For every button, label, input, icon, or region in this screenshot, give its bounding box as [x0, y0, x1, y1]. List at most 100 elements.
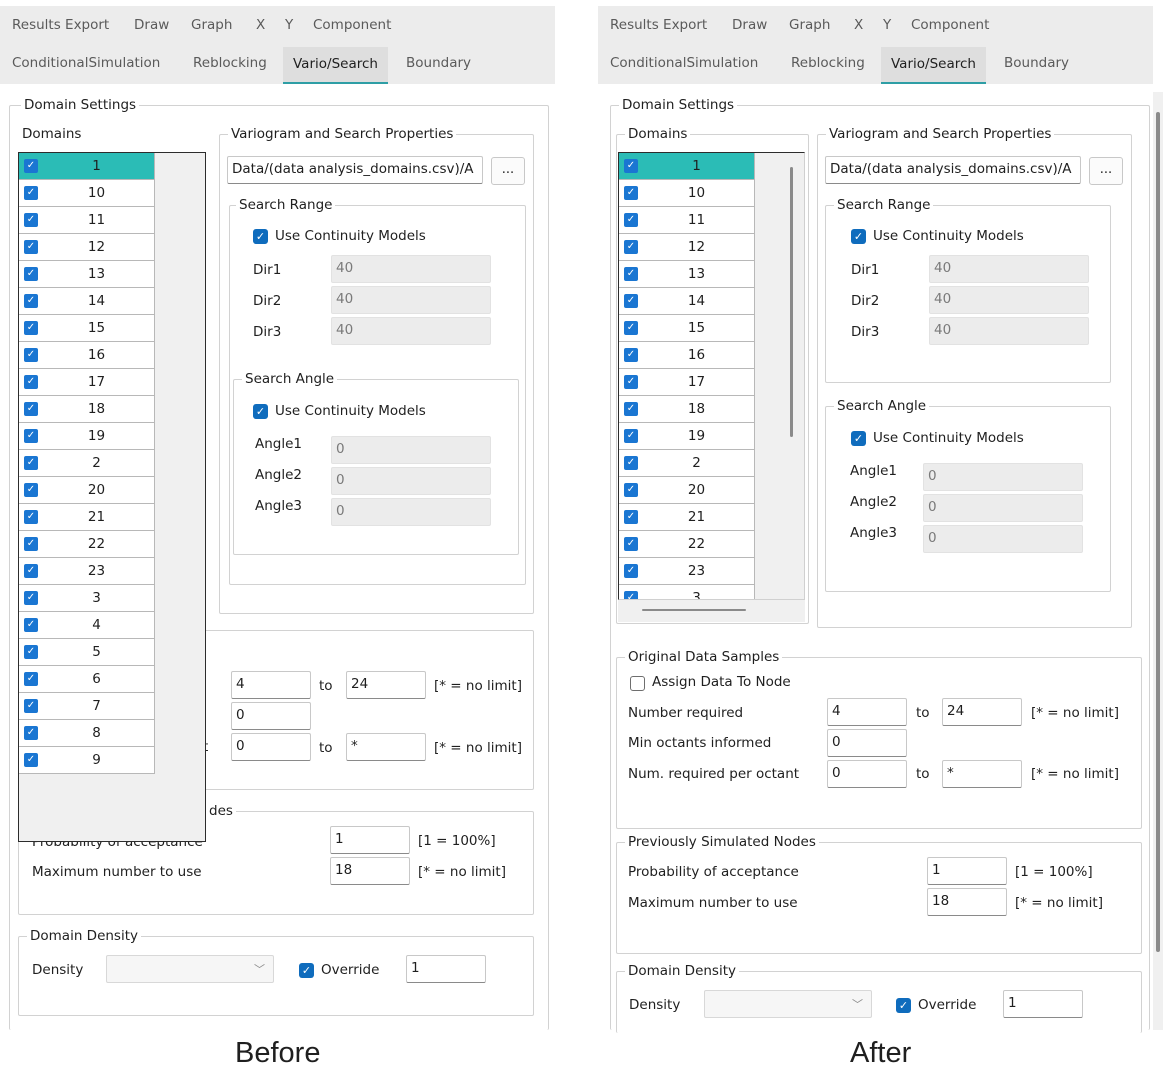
use-continuity-range-checkbox[interactable]: ✓ [851, 229, 866, 244]
domain-checkbox[interactable]: ✓ [24, 591, 38, 605]
domain-checkbox[interactable]: ✓ [24, 753, 38, 767]
panel-scrollbar[interactable] [1153, 92, 1163, 1030]
list-item[interactable]: ✓ 11 [619, 207, 755, 234]
prob-field[interactable]: 1 [330, 826, 410, 854]
domain-checkbox[interactable]: ✓ [24, 348, 38, 362]
per-octant-to-field[interactable]: * [942, 760, 1022, 788]
domain-checkbox[interactable]: ✓ [624, 375, 638, 389]
list-item[interactable]: ✓ 23 [19, 558, 155, 585]
domain-checkbox[interactable]: ✓ [624, 402, 638, 416]
tab-boundary[interactable]: Boundary [406, 54, 471, 72]
domain-checkbox[interactable]: ✓ [24, 186, 38, 200]
tab-conditional-simulation[interactable]: ConditionalSimulation [610, 54, 758, 72]
file-path-field[interactable]: Data/(data analysis_domains.csv)/A [825, 156, 1081, 184]
tab-vario-search[interactable]: Vario/Search [881, 47, 986, 84]
dir2-field[interactable]: 40 [331, 286, 491, 314]
tab-x[interactable]: X [256, 16, 265, 34]
per-octant-from-field[interactable]: 0 [827, 760, 907, 788]
domain-checkbox[interactable]: ✓ [24, 402, 38, 416]
override-checkbox[interactable]: ✓ [299, 963, 314, 978]
domain-checkbox[interactable]: ✓ [624, 483, 638, 497]
list-item[interactable]: ✓ 4 [19, 612, 155, 639]
domain-checkbox[interactable]: ✓ [24, 429, 38, 443]
tab-x[interactable]: X [854, 16, 863, 34]
max-field[interactable]: 18 [330, 857, 410, 885]
list-item[interactable]: ✓ 10 [19, 180, 155, 207]
list-item[interactable]: ✓ 14 [619, 288, 755, 315]
dir3-field[interactable]: 40 [929, 317, 1089, 345]
per-octant-to-field[interactable]: * [346, 733, 426, 761]
list-item[interactable]: ✓ 13 [19, 261, 155, 288]
domain-checkbox[interactable]: ✓ [24, 483, 38, 497]
list-item[interactable]: ✓ 21 [619, 504, 755, 531]
domain-checkbox[interactable]: ✓ [624, 537, 638, 551]
density-select[interactable]: ﹀ [106, 955, 274, 983]
domain-checkbox[interactable]: ✓ [24, 726, 38, 740]
domain-checkbox[interactable]: ✓ [24, 321, 38, 335]
domain-checkbox[interactable]: ✓ [24, 240, 38, 254]
domain-checkbox[interactable]: ✓ [624, 267, 638, 281]
list-item[interactable]: ✓ 14 [19, 288, 155, 315]
domain-checkbox[interactable]: ✓ [624, 213, 638, 227]
domain-checkbox[interactable]: ✓ [24, 564, 38, 578]
angle1-field[interactable]: 0 [331, 436, 491, 464]
domain-checkbox[interactable]: ✓ [624, 240, 638, 254]
number-required-from-field[interactable]: 4 [231, 671, 311, 699]
list-item[interactable]: ✓ 1 [19, 153, 155, 180]
list-item[interactable]: ✓ 1 [619, 153, 755, 180]
list-item[interactable]: ✓ 8 [19, 720, 155, 747]
tab-results-export[interactable]: Results Export [12, 16, 109, 34]
domain-checkbox[interactable]: ✓ [24, 375, 38, 389]
min-octants-field[interactable]: 0 [827, 729, 907, 757]
list-item[interactable]: ✓ 12 [619, 234, 755, 261]
domain-checkbox[interactable]: ✓ [24, 159, 38, 173]
angle3-field[interactable]: 0 [331, 498, 491, 526]
domain-checkbox[interactable]: ✓ [24, 618, 38, 632]
tab-draw[interactable]: Draw [732, 16, 767, 34]
assign-data-checkbox[interactable] [630, 676, 645, 691]
use-continuity-angle-checkbox[interactable]: ✓ [253, 404, 268, 419]
list-item[interactable]: ✓ 2 [619, 450, 755, 477]
list-item[interactable]: ✓ 7 [19, 693, 155, 720]
domain-checkbox[interactable]: ✓ [24, 510, 38, 524]
panel-scrollbar-thumb[interactable] [1156, 112, 1160, 952]
prob-field[interactable]: 1 [927, 857, 1007, 885]
tab-graph[interactable]: Graph [191, 16, 232, 34]
domains-vscroll[interactable] [787, 153, 797, 599]
number-required-to-field[interactable]: 24 [942, 698, 1022, 726]
per-octant-from-field[interactable]: 0 [231, 733, 311, 761]
override-field[interactable]: 1 [406, 955, 486, 983]
dir1-field[interactable]: 40 [929, 255, 1089, 283]
domain-checkbox[interactable]: ✓ [624, 510, 638, 524]
tab-results-export[interactable]: Results Export [610, 16, 707, 34]
domain-checkbox[interactable]: ✓ [24, 456, 38, 470]
tab-reblocking[interactable]: Reblocking [193, 54, 267, 72]
use-continuity-range-checkbox[interactable]: ✓ [253, 229, 268, 244]
domains-list[interactable]: ✓ 1 ✓ 10 ✓ 11 ✓ 12 ✓ 13 ✓ 14 ✓ 15 ✓ 16 ✓ 17 ✓ 18 ✓ 19 ✓ 2 ✓ 20 ✓ 21… [618, 152, 805, 600]
domain-checkbox[interactable]: ✓ [624, 456, 638, 470]
list-item[interactable]: ✓ 2 [19, 450, 155, 477]
tab-y[interactable]: Y [883, 16, 891, 34]
override-field[interactable]: 1 [1003, 990, 1083, 1018]
list-item[interactable]: ✓ 11 [19, 207, 155, 234]
domain-checkbox[interactable]: ✓ [24, 294, 38, 308]
density-select[interactable]: ﹀ [704, 990, 872, 1018]
list-item[interactable]: ✓ 13 [619, 261, 755, 288]
list-item[interactable]: ✓ 22 [619, 531, 755, 558]
domain-checkbox[interactable]: ✓ [24, 672, 38, 686]
angle2-field[interactable]: 0 [331, 467, 491, 495]
list-item[interactable]: ✓ 5 [19, 639, 155, 666]
list-item[interactable]: ✓ 19 [19, 423, 155, 450]
list-item[interactable]: ✓ 3 [619, 585, 755, 599]
domain-checkbox[interactable]: ✓ [624, 591, 638, 599]
domain-checkbox[interactable]: ✓ [24, 213, 38, 227]
list-item[interactable]: ✓ 16 [19, 342, 155, 369]
tab-y[interactable]: Y [285, 16, 293, 34]
tab-reblocking[interactable]: Reblocking [791, 54, 865, 72]
list-item[interactable]: ✓ 17 [19, 369, 155, 396]
domain-checkbox[interactable]: ✓ [624, 429, 638, 443]
list-item[interactable]: ✓ 20 [19, 477, 155, 504]
browse-button[interactable]: ... [1089, 157, 1123, 185]
dir3-field[interactable]: 40 [331, 317, 491, 345]
list-item[interactable]: ✓ 15 [619, 315, 755, 342]
